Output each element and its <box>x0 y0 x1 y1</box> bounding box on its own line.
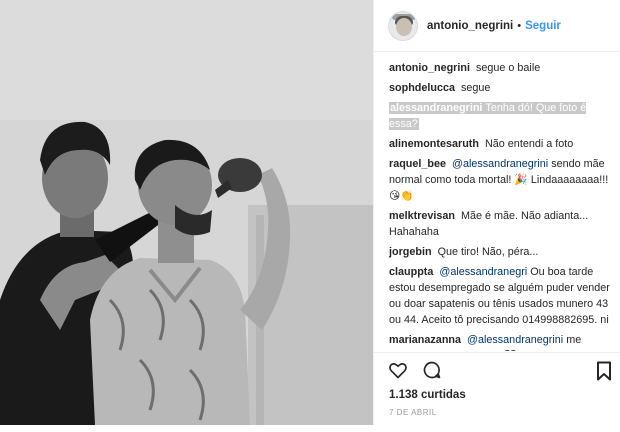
avatar[interactable] <box>388 10 418 41</box>
comment-item: alinemontesaruth Não entendi a foto <box>389 136 611 152</box>
comment-item: jorgebin Que tiro! Não, péra... <box>389 244 611 260</box>
comment-text: Não entendi a foto <box>485 138 574 150</box>
comment-username[interactable]: antonio_negrini <box>389 62 470 74</box>
comment-mention[interactable]: @alessandranegri <box>439 266 527 278</box>
comment-mention[interactable]: @alessandranegrini <box>467 334 563 346</box>
header-separator: • <box>517 19 522 32</box>
comment-username[interactable]: marianazanna <box>389 334 461 346</box>
follow-button[interactable]: Seguir <box>525 20 561 32</box>
comment-username[interactable]: raquel_bee <box>389 158 446 170</box>
comment-username[interactable]: clauppta <box>389 266 433 278</box>
comment-username[interactable]: alinemontesaruth <box>389 138 479 150</box>
comment-mention[interactable]: @alessandranegrini <box>452 158 548 170</box>
post-date: 7 DE ABRIL <box>389 408 437 417</box>
comment-text: Que tiro! Não, péra... <box>437 246 539 258</box>
speech-bubble-icon[interactable] <box>422 360 442 380</box>
comment-text: segue <box>461 82 491 94</box>
comment-list: antonio_negrini segue o baile sophdelucc… <box>374 60 620 351</box>
action-icons <box>388 360 456 382</box>
comment-username[interactable]: sophdelucca <box>389 82 455 94</box>
comment-username[interactable]: jorgebin <box>389 246 432 258</box>
comment-item: sophdelucca segue <box>389 80 611 96</box>
action-bar: 1.138 curtidas 7 DE ABRIL <box>374 352 620 432</box>
comment-username[interactable]: alessandranegrini <box>390 102 482 114</box>
comment-item-highlighted: alessandranegrini Tenha dó! Que foto é es… <box>389 100 611 132</box>
comment-text: segue o baile <box>475 62 541 74</box>
heart-outline-icon[interactable] <box>388 360 408 380</box>
likes-count[interactable]: 1.138 curtidas <box>389 389 466 401</box>
comment-item: antonio_negrini segue o baile <box>389 60 611 76</box>
photo-illustration <box>0 0 373 425</box>
post-photo[interactable] <box>0 0 373 425</box>
author-username[interactable]: antonio_negrini <box>427 20 513 32</box>
comment-highlight: alessandranegrini Tenha dó! Que foto é es… <box>389 102 587 130</box>
bookmark-icon[interactable] <box>596 361 612 381</box>
comment-item: clauppta @alessandranegri Ou boa tarde e… <box>389 264 611 328</box>
instagram-post: antonio_negrini • Seguir antonio_negrini… <box>0 0 620 425</box>
comment-item: raquel_bee @alessandranegrini sendo mãe … <box>389 156 611 204</box>
comment-item: marianazanna @alessandranegrini me repre… <box>389 332 611 351</box>
comment-username[interactable]: melktrevisan <box>389 210 455 222</box>
post-header: antonio_negrini • Seguir <box>374 0 620 52</box>
comment-item: melktrevisan Mãe é mãe. Não adianta... H… <box>389 208 611 240</box>
post-sidebar: antonio_negrini • Seguir antonio_negrini… <box>373 0 620 425</box>
